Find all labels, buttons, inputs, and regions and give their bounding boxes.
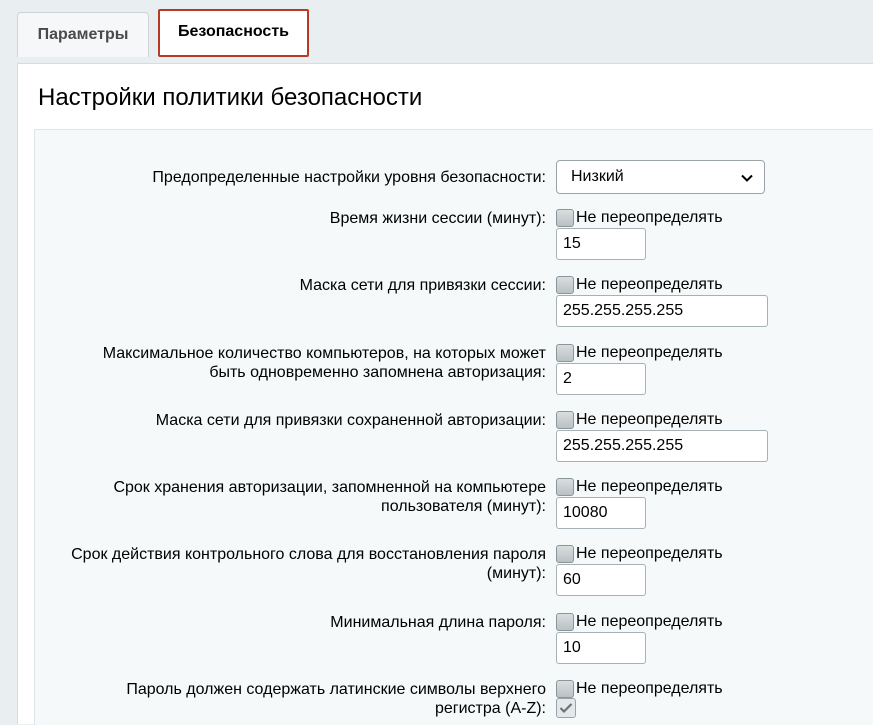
- checkword-lifetime-input[interactable]: 60: [556, 564, 646, 596]
- stored-auth-lifetime-input[interactable]: 10080: [556, 497, 646, 529]
- stored-auth-lifetime-override[interactable]: Не переопределять: [556, 477, 723, 497]
- stored-auth-mask-label: Маска сети для привязки сохраненной авто…: [155, 412, 546, 429]
- override-checkbox[interactable]: [556, 344, 574, 362]
- preset-label: Предопределенные настройки уровня безопа…: [152, 169, 546, 186]
- security-level-value: Низкий: [571, 168, 624, 185]
- session-mask-input[interactable]: 255.255.255.255: [556, 295, 768, 327]
- checkword-lifetime-label-line-1: Срок действия контрольного слова для вос…: [71, 546, 546, 563]
- tab-parameters[interactable]: Параметры: [17, 12, 149, 57]
- security-level-select[interactable]: Низкий: [556, 160, 765, 194]
- password-uppercase-label-line-1: Пароль должен содержать латинские символ…: [126, 681, 546, 698]
- override-checkbox[interactable]: [556, 680, 574, 698]
- session-mask-override[interactable]: Не переопределять: [556, 275, 723, 295]
- security-form: Предопределенные настройки уровня безопа…: [34, 129, 873, 725]
- override-label: Не переопределять: [576, 276, 723, 293]
- override-label: Не переопределять: [576, 411, 723, 428]
- settings-panel: Настройки политики безопасности Предопре…: [17, 63, 873, 725]
- page-title: Настройки политики безопасности: [38, 84, 423, 111]
- min-password-length-override[interactable]: Не переопределять: [556, 612, 723, 632]
- checkmark-icon: [559, 703, 573, 714]
- max-computers-label-line-2: быть одновременно запомнена авторизация:: [209, 364, 546, 381]
- stored-auth-lifetime-label-line-2: пользователя (минут):: [381, 498, 546, 515]
- chevron-down-icon: [741, 174, 753, 182]
- session-lifetime-override[interactable]: Не переопределять: [556, 208, 723, 228]
- session-mask-label: Маска сети для привязки сессии:: [299, 277, 546, 294]
- checkword-lifetime-label-line-2: (минут):: [486, 565, 546, 582]
- override-label: Не переопределять: [576, 613, 723, 630]
- override-checkbox[interactable]: [556, 411, 574, 429]
- password-uppercase-label-line-2: регистра (A-Z):: [434, 700, 546, 717]
- stored-auth-mask-input[interactable]: 255.255.255.255: [556, 430, 768, 462]
- override-label: Не переопределять: [576, 344, 723, 361]
- min-password-length-input[interactable]: 10: [556, 632, 646, 664]
- session-lifetime-label: Время жизни сессии (минут):: [329, 210, 546, 227]
- override-label: Не переопределять: [576, 680, 723, 697]
- override-checkbox[interactable]: [556, 478, 574, 496]
- override-checkbox[interactable]: [556, 276, 574, 294]
- password-uppercase-checkbox[interactable]: [556, 698, 576, 718]
- max-computers-input[interactable]: 2: [556, 363, 646, 395]
- password-uppercase-label: Пароль должен содержать латинские символ…: [126, 680, 546, 718]
- override-checkbox[interactable]: [556, 545, 574, 563]
- override-checkbox[interactable]: [556, 613, 574, 631]
- max-computers-label-line-1: Максимальное количество компьютеров, на …: [102, 345, 546, 362]
- tab-security[interactable]: Безопасность: [158, 9, 309, 57]
- override-label: Не переопределять: [576, 545, 723, 562]
- min-password-length-label: Минимальная длина пароля:: [330, 614, 546, 631]
- checkword-lifetime-override[interactable]: Не переопределять: [556, 544, 723, 564]
- password-uppercase-override[interactable]: Не переопределять: [556, 679, 723, 699]
- stored-auth-lifetime-label: Срок хранения авторизации, запомненной н…: [113, 478, 546, 516]
- stored-auth-mask-override[interactable]: Не переопределять: [556, 410, 723, 430]
- checkword-lifetime-label: Срок действия контрольного слова для вос…: [71, 545, 546, 583]
- max-computers-label: Максимальное количество компьютеров, на …: [103, 344, 546, 382]
- stored-auth-lifetime-label-line-1: Срок хранения авторизации, запомненной н…: [113, 479, 546, 496]
- max-computers-override[interactable]: Не переопределять: [556, 343, 723, 363]
- tab-bar: Параметры Безопасность: [0, 0, 873, 60]
- override-checkbox[interactable]: [556, 209, 574, 227]
- override-label: Не переопределять: [576, 478, 723, 495]
- override-label: Не переопределять: [576, 209, 723, 226]
- session-lifetime-input[interactable]: 15: [556, 228, 646, 260]
